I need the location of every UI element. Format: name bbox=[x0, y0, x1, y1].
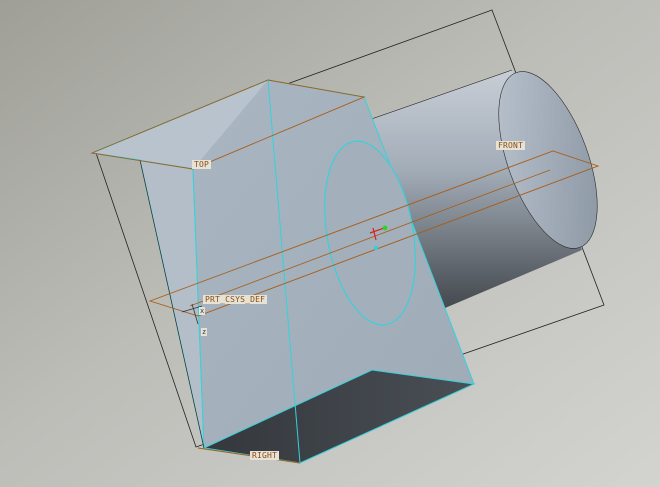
model-graphics-window[interactable]: TOP FRONT RIGHT PRT_CSYS_DEF x z bbox=[0, 0, 660, 487]
model-canvas[interactable] bbox=[0, 0, 660, 487]
csys-label[interactable]: PRT_CSYS_DEF bbox=[203, 295, 268, 304]
right-datum-label[interactable]: RIGHT bbox=[250, 451, 280, 460]
top-datum-label[interactable]: TOP bbox=[192, 160, 212, 169]
csys-axis-z-label: z bbox=[201, 328, 208, 336]
front-datum-label[interactable]: FRONT bbox=[496, 141, 526, 150]
csys-axis-x-label: x bbox=[199, 307, 206, 315]
